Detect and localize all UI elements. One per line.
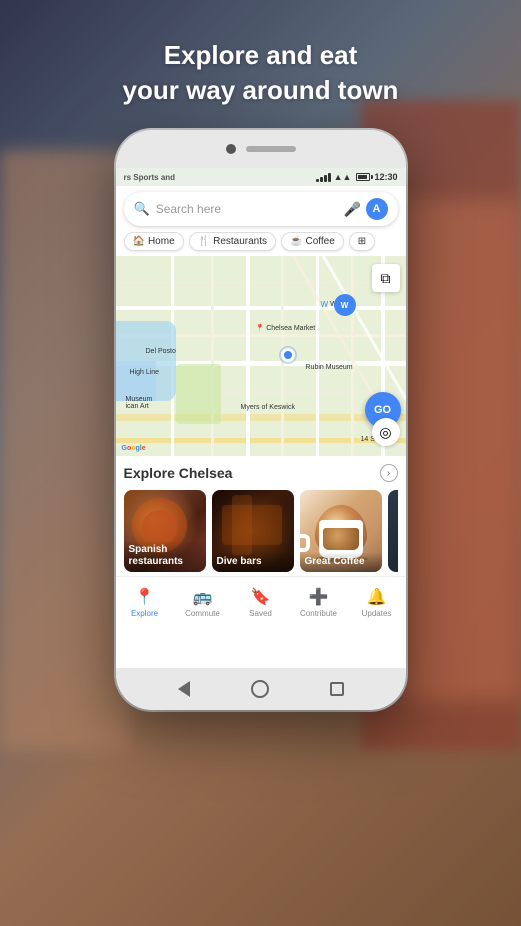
wifi-icon: ▲▲ (334, 172, 352, 182)
headline-line1: Explore and eat (0, 38, 521, 73)
card-bg-partial (388, 490, 398, 572)
card-partial (388, 490, 398, 572)
phone-speaker (246, 146, 296, 152)
chip-more[interactable]: ⊞ (349, 232, 375, 251)
phone-bottom-bar (116, 668, 406, 710)
nav-label-saved: Saved (249, 609, 272, 618)
home-icon (251, 680, 269, 698)
nav-label-updates: Updates (362, 609, 392, 618)
search-bar[interactable]: 🔍 Search here 🎤 A (124, 192, 398, 226)
search-input[interactable]: Search here (156, 202, 344, 216)
chip-coffee[interactable]: ☕ Coffee (281, 232, 344, 251)
updates-nav-icon: 🔔 (367, 587, 387, 607)
card-label-spanish: Spanish restaurants (124, 540, 206, 572)
back-icon (178, 681, 190, 697)
explore-more-button[interactable]: › (380, 464, 398, 482)
account-icon[interactable]: A (366, 198, 388, 220)
nav-item-commute[interactable]: 🚌 Commute (174, 577, 232, 628)
signal-icon (316, 173, 331, 182)
chip-restaurants[interactable]: 🍴 Restaurants (189, 232, 276, 251)
chip-coffee-label: Coffee (305, 236, 334, 247)
chip-restaurants-label: Restaurants (213, 236, 267, 247)
location-button[interactable]: ◎ (372, 418, 400, 446)
nav-item-saved[interactable]: 🔖 Saved (232, 577, 290, 628)
status-time: 12:30 (374, 172, 397, 182)
map-label-rubin: Rubin Museum (306, 364, 353, 371)
layers-button[interactable]: ⧉ (372, 264, 400, 292)
map-label-myers: Myers of Keswick (241, 404, 295, 411)
google-logo: Google (122, 445, 146, 452)
contribute-nav-icon: ➕ (309, 587, 329, 607)
headline-line2: your way around town (0, 73, 521, 108)
layers-icon: ⧉ (381, 270, 391, 287)
commute-nav-icon: 🚌 (193, 587, 213, 607)
mic-icon[interactable]: 🎤 (344, 201, 360, 217)
phone-screen: rs Sports and ▲▲ 12:30 🔍 Search here 🎤 A… (116, 168, 406, 668)
user-location-pin (281, 348, 295, 362)
map-label-chelsea-market: 📍 Chelsea Market (256, 324, 316, 332)
map-label-high-line: High Line (130, 369, 160, 376)
coffee-chip-icon: ☕ (290, 236, 302, 247)
saved-nav-icon: 🔖 (251, 587, 271, 607)
chip-home-label: Home (148, 236, 175, 247)
work-pin[interactable]: W (334, 294, 356, 316)
battery-icon (356, 173, 370, 181)
explore-header: Explore Chelsea › (124, 464, 398, 482)
bottom-nav: 📍 Explore 🚌 Commute 🔖 Saved ➕ Contribute… (116, 576, 406, 628)
location-icon: ◎ (379, 424, 391, 441)
home-button[interactable] (249, 678, 271, 700)
card-dive-bars[interactable]: Dive bars (212, 490, 294, 572)
back-button[interactable] (173, 678, 195, 700)
map-label-museum: Museumican Art (126, 396, 153, 410)
card-coffee[interactable]: Great Coffee (300, 490, 382, 572)
card-label-coffee: Great Coffee (300, 552, 382, 572)
chips-row: 🏠 Home 🍴 Restaurants ☕ Coffee ⊞ (116, 232, 406, 256)
status-bar: rs Sports and ▲▲ 12:30 (116, 168, 406, 186)
phone-top-bar (116, 130, 406, 168)
building-left (0, 150, 130, 750)
building-right2 (401, 200, 521, 700)
status-bar-carrier: rs Sports and (124, 173, 316, 182)
phone-camera (226, 144, 236, 154)
chip-home[interactable]: 🏠 Home (124, 232, 184, 251)
cards-row: Spanish restaurants Dive bars (124, 490, 398, 572)
explore-nav-icon: 📍 (135, 587, 155, 607)
phone-frame: rs Sports and ▲▲ 12:30 🔍 Search here 🎤 A… (116, 130, 406, 710)
nav-label-explore: Explore (131, 609, 158, 618)
map-label-del-posto: Del Posto (146, 348, 176, 355)
search-icon: 🔍 (134, 201, 150, 217)
home-chip-icon: 🏠 (133, 236, 145, 247)
card-label-dive-bars: Dive bars (212, 552, 294, 572)
nav-label-commute: Commute (185, 609, 220, 618)
restaurants-chip-icon: 🍴 (198, 236, 210, 247)
nav-item-explore[interactable]: 📍 Explore (116, 577, 174, 628)
nav-label-contribute: Contribute (300, 609, 337, 618)
card-spanish-restaurants[interactable]: Spanish restaurants (124, 490, 206, 572)
more-chip-icon: ⊞ (358, 236, 366, 247)
nav-item-contribute[interactable]: ➕ Contribute (290, 577, 348, 628)
recents-button[interactable] (326, 678, 348, 700)
explore-title: Explore Chelsea (124, 465, 380, 481)
nav-item-updates[interactable]: 🔔 Updates (348, 577, 406, 628)
explore-section: Explore Chelsea › Spanish restaurants (116, 456, 406, 572)
recents-icon (330, 682, 344, 696)
map-area[interactable]: 📍 Chelsea Market W Work Del Posto High L… (116, 256, 406, 456)
headline: Explore and eat your way around town (0, 38, 521, 108)
